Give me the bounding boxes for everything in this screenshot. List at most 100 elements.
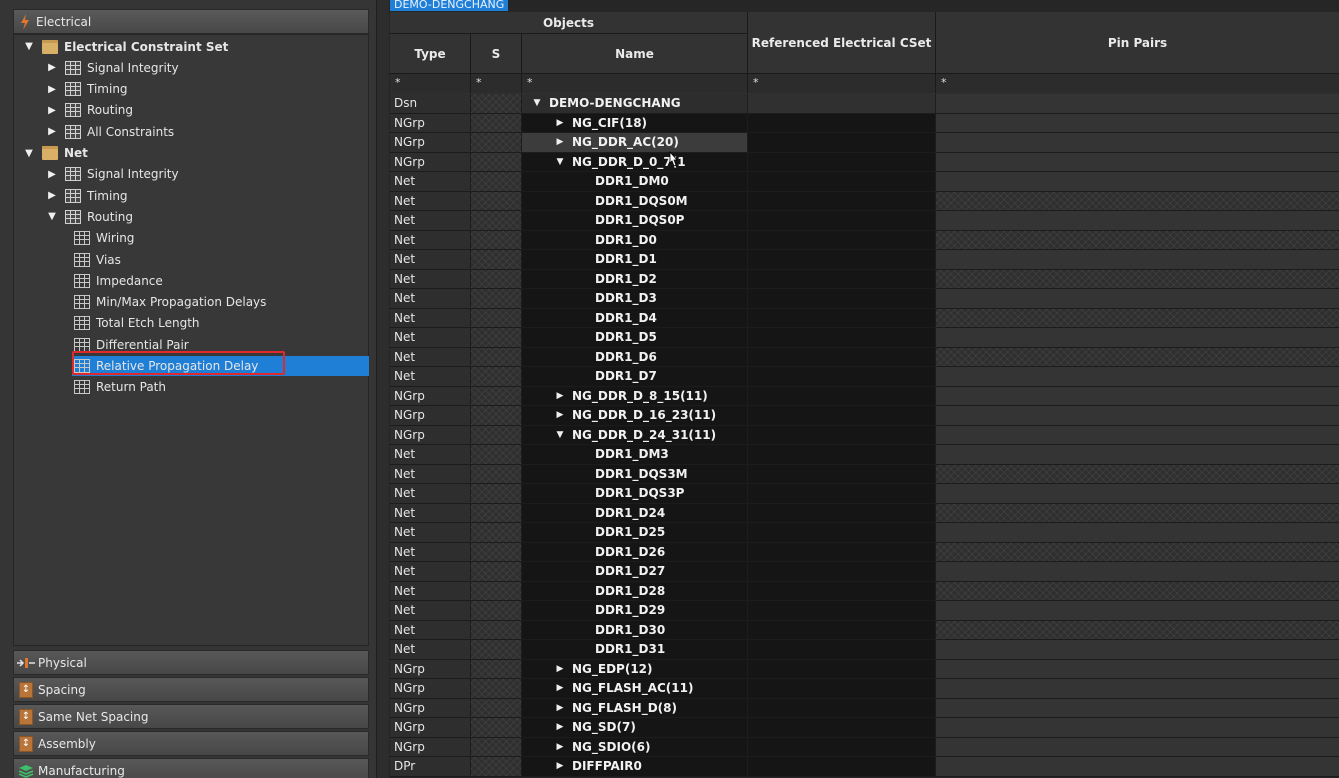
pin-pairs-cell[interactable]: [936, 289, 1339, 308]
name-cell[interactable]: ▶ NG_SDIO(6): [522, 737, 748, 756]
table-row[interactable]: Net DDR1_D25: [390, 523, 1339, 543]
expand-open-icon[interactable]: ▼: [553, 157, 567, 167]
table-row[interactable]: Net DDR1_D3: [390, 289, 1339, 309]
expand-closed-icon[interactable]: ▶: [553, 761, 567, 771]
ref-cset-cell[interactable]: [748, 737, 936, 756]
table-row[interactable]: Net DDR1_DQS0P: [390, 211, 1339, 231]
name-cell[interactable]: DDR1_D3: [522, 289, 748, 308]
ref-cset-cell[interactable]: [748, 113, 936, 132]
ref-cset-cell[interactable]: [748, 308, 936, 327]
ref-cset-cell[interactable]: [748, 640, 936, 659]
pin-pairs-cell[interactable]: [936, 113, 1339, 132]
pin-pairs-cell[interactable]: [936, 640, 1339, 659]
table-row[interactable]: Net DDR1_D30: [390, 620, 1339, 640]
ref-cset-cell[interactable]: [748, 581, 936, 600]
name-cell[interactable]: DDR1_D24: [522, 503, 748, 522]
expand-closed-icon[interactable]: ▶: [45, 125, 59, 139]
name-cell[interactable]: ▶ NG_SD(7): [522, 718, 748, 737]
ref-cset-cell[interactable]: [748, 191, 936, 210]
table-row[interactable]: Net DDR1_D31: [390, 640, 1339, 660]
table-row[interactable]: Net DDR1_DQS3P: [390, 484, 1339, 504]
pin-pairs-cell[interactable]: [936, 523, 1339, 542]
pin-pairs-cell[interactable]: [936, 250, 1339, 269]
pin-pairs-cell[interactable]: [936, 718, 1339, 737]
tree-item-wiring[interactable]: Wiring: [68, 228, 134, 249]
name-cell[interactable]: ▼ NG_DDR_D_0_7(1: [522, 152, 748, 171]
pin-pairs-cell[interactable]: [936, 679, 1339, 698]
tab-physical[interactable]: Physical: [13, 650, 369, 675]
pin-pairs-cell[interactable]: [936, 308, 1339, 327]
table-row[interactable]: Net DDR1_D27: [390, 562, 1339, 582]
name-cell[interactable]: ▶ DIFFPAIR0: [522, 757, 748, 776]
tree-item-timing[interactable]: ▶ Timing: [45, 79, 128, 100]
pin-pairs-cell[interactable]: [936, 581, 1339, 600]
ref-cset-cell[interactable]: [748, 659, 936, 678]
name-cell[interactable]: DDR1_D1: [522, 250, 748, 269]
expand-closed-icon[interactable]: ▶: [45, 103, 59, 117]
pin-pairs-cell[interactable]: [936, 659, 1339, 678]
pin-pairs-cell[interactable]: [936, 347, 1339, 366]
table-row[interactable]: Dsn ▼ DEMO-DENGCHANG: [390, 94, 1339, 114]
table-row[interactable]: Net DDR1_DM3: [390, 445, 1339, 465]
pin-pairs-column-header[interactable]: Pin Pairs: [936, 12, 1339, 74]
table-row[interactable]: Net DDR1_D2: [390, 269, 1339, 289]
pin-pairs-cell[interactable]: [936, 542, 1339, 561]
name-column-header[interactable]: Name: [522, 34, 748, 74]
ref-cset-cell[interactable]: [748, 94, 936, 113]
table-row[interactable]: NGrp ▶ NG_CIF(18): [390, 113, 1339, 133]
table-row[interactable]: NGrp ▶ NG_EDP(12): [390, 659, 1339, 679]
pin-pairs-cell[interactable]: [936, 562, 1339, 581]
pin-pairs-cell[interactable]: [936, 230, 1339, 249]
tree-item-all-constraints[interactable]: ▶ All Constraints: [45, 121, 174, 142]
name-cell[interactable]: DDR1_DM0: [522, 172, 748, 191]
ref-cset-cell[interactable]: [748, 347, 936, 366]
name-cell[interactable]: DDR1_D4: [522, 308, 748, 327]
name-cell[interactable]: DDR1_D26: [522, 542, 748, 561]
pin-pairs-cell[interactable]: [936, 503, 1339, 522]
expand-closed-icon[interactable]: ▶: [553, 703, 567, 713]
expand-open-icon[interactable]: ▼: [45, 210, 59, 224]
ref-cset-cell[interactable]: [748, 562, 936, 581]
ref-cset-cell[interactable]: [748, 328, 936, 347]
ref-cset-cell[interactable]: [748, 289, 936, 308]
ref-cset-cell[interactable]: [748, 367, 936, 386]
table-row[interactable]: NGrp ▶ NG_FLASH_AC(11): [390, 679, 1339, 699]
ref-cset-cell[interactable]: [748, 542, 936, 561]
name-cell[interactable]: DDR1_D2: [522, 269, 748, 288]
design-tab[interactable]: DEMO-DENGCHANG: [390, 0, 509, 11]
name-cell[interactable]: ▶ NG_DDR_AC(20): [522, 133, 748, 152]
expand-open-icon[interactable]: ▼: [530, 98, 544, 108]
table-row[interactable]: Net DDR1_D5: [390, 328, 1339, 348]
pin-pairs-cell[interactable]: [936, 133, 1339, 152]
name-cell[interactable]: DDR1_D29: [522, 601, 748, 620]
name-cell[interactable]: ▶ NG_FLASH_AC(11): [522, 679, 748, 698]
name-cell[interactable]: ▶ NG_DDR_D_16_23(11): [522, 406, 748, 425]
panel-splitter[interactable]: [376, 0, 388, 778]
tab-same-net-spacing[interactable]: ↕ Same Net Spacing: [13, 704, 369, 729]
ref-cset-cell[interactable]: [748, 679, 936, 698]
table-row[interactable]: NGrp ▼ NG_DDR_D_0_7(1: [390, 152, 1339, 172]
tab-spacing[interactable]: ↕ Spacing: [13, 677, 369, 702]
ref-cset-cell[interactable]: [748, 152, 936, 171]
tree-item-electrical-constraint-set[interactable]: ▼ Electrical Constraint Set: [22, 36, 228, 57]
table-row[interactable]: NGrp ▼ NG_DDR_D_24_31(11): [390, 425, 1339, 445]
expand-closed-icon[interactable]: ▶: [553, 664, 567, 674]
ref-cset-cell[interactable]: [748, 757, 936, 776]
tree-item-signal-integrity[interactable]: ▶ Signal Integrity: [45, 164, 179, 185]
pin-pairs-cell[interactable]: [936, 269, 1339, 288]
ref-cset-cell[interactable]: [748, 698, 936, 717]
expand-closed-icon[interactable]: ▶: [553, 118, 567, 128]
expand-open-icon[interactable]: ▼: [22, 40, 36, 54]
table-row[interactable]: NGrp ▶ NG_DDR_D_8_15(11): [390, 386, 1339, 406]
pin-pairs-cell[interactable]: [936, 152, 1339, 171]
tree-item-routing[interactable]: ▶ Routing: [45, 100, 133, 121]
type-column-header[interactable]: Type: [390, 34, 471, 74]
table-row[interactable]: Net DDR1_DM0: [390, 172, 1339, 192]
ref-cset-cell[interactable]: [748, 503, 936, 522]
tab-assembly[interactable]: ↕ Assembly: [13, 731, 369, 756]
s-filter-field[interactable]: *: [471, 74, 522, 93]
name-cell[interactable]: DDR1_DQS3M: [522, 464, 748, 483]
table-row[interactable]: NGrp ▶ NG_FLASH_D(8): [390, 698, 1339, 718]
name-cell[interactable]: ▶ NG_FLASH_D(8): [522, 698, 748, 717]
pin-pairs-cell[interactable]: [936, 757, 1339, 776]
